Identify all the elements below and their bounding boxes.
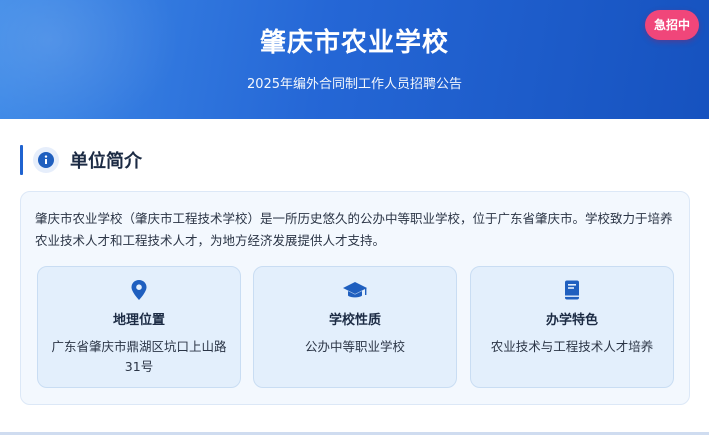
- urgent-hiring-badge: 急招中: [644, 10, 699, 40]
- info-card-nature: 学校性质 公办中等职业学校: [253, 266, 457, 388]
- recruitment-page: 肇庆市农业学校 2025年编外合同制工作人员招聘公告 急招中 单位简介 肇庆市农…: [0, 0, 709, 435]
- info-card-location: 地理位置 广东省肇庆市鼎湖区坑口上山路31号: [37, 266, 241, 388]
- card-value: 广东省肇庆市鼎湖区坑口上山路31号: [51, 339, 227, 374]
- card-title: 学校性质: [328, 313, 381, 328]
- graduation-cap-icon: [254, 279, 456, 303]
- intro-text: 肇庆市农业学校（肇庆市工程技术学校）是一所历史悠久的公办中等职业学校，位于广东省…: [35, 211, 673, 248]
- page-header: 肇庆市农业学校 2025年编外合同制工作人员招聘公告 急招中: [0, 0, 709, 119]
- intro-panel: 肇庆市农业学校（肇庆市工程技术学校）是一所历史悠久的公办中等职业学校，位于广东省…: [20, 191, 690, 405]
- heading-accent-bar: [20, 145, 23, 175]
- card-title: 办学特色: [545, 313, 598, 328]
- location-pin-icon: [38, 279, 240, 303]
- card-value: 农业技术与工程技术人才培养: [490, 339, 654, 354]
- info-card-features: 办学特色 农业技术与工程技术人才培养: [470, 266, 674, 388]
- unit-intro-section: 单位简介 肇庆市农业学校（肇庆市工程技术学校）是一所历史悠久的公办中等职业学校，…: [0, 119, 709, 435]
- school-title: 肇庆市农业学校: [259, 28, 449, 58]
- book-icon: [471, 279, 673, 303]
- card-value: 公办中等职业学校: [304, 339, 405, 354]
- section-heading: 单位简介: [20, 145, 142, 175]
- section-title: 单位简介: [70, 151, 142, 172]
- card-title: 地理位置: [112, 313, 165, 328]
- announcement-subtitle: 2025年编外合同制工作人员招聘公告: [246, 77, 463, 92]
- info-icon: [33, 147, 59, 173]
